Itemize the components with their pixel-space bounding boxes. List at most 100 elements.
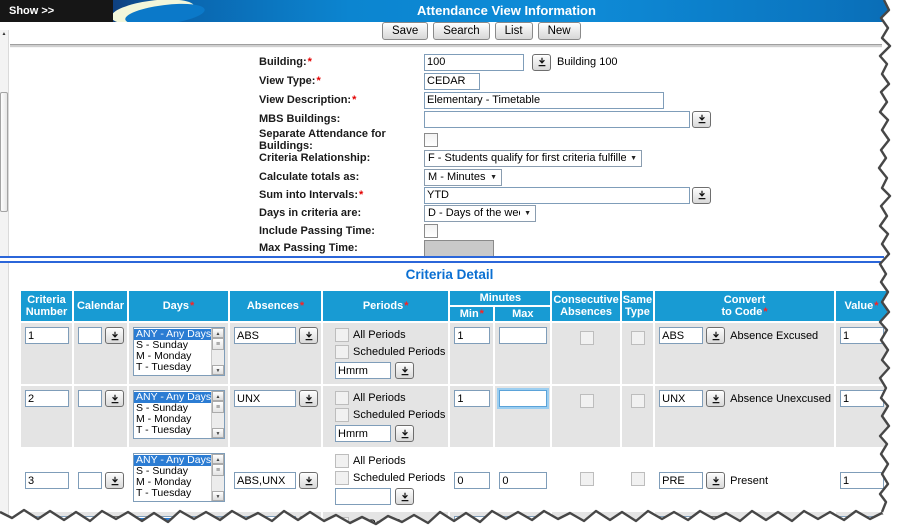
criteria-relationship-select[interactable]: F - Students qualify for first criteria … bbox=[424, 150, 642, 167]
calendar-lookup-button[interactable] bbox=[105, 327, 124, 344]
convert-code-input[interactable] bbox=[659, 327, 703, 344]
listbox-scrollbar[interactable]: ▲≡▼ bbox=[211, 517, 224, 530]
calendar-lookup-button[interactable] bbox=[105, 390, 124, 407]
vertical-scrollbar[interactable]: ▲ bbox=[0, 30, 9, 528]
convert-code-lookup-button[interactable] bbox=[706, 327, 725, 344]
percent-input[interactable] bbox=[893, 390, 900, 407]
all-periods-checkbox[interactable] bbox=[335, 391, 349, 405]
calendar-lookup-button[interactable] bbox=[105, 516, 124, 530]
scroll-up-icon[interactable]: ▲ bbox=[212, 328, 224, 338]
days-listbox[interactable]: ANY - Any Days S - Sunday M - Monday T -… bbox=[133, 327, 225, 376]
days-listbox[interactable]: ANY - Any Days S - Sunday M - Monday T -… bbox=[133, 390, 225, 439]
same-type-checkbox[interactable] bbox=[631, 520, 645, 530]
max-input[interactable] bbox=[499, 327, 547, 344]
days-option[interactable]: T - Tuesday bbox=[134, 488, 211, 499]
min-input[interactable] bbox=[454, 390, 490, 407]
max-input[interactable] bbox=[499, 516, 547, 530]
save-button[interactable]: Save bbox=[382, 22, 428, 40]
calendar-input[interactable] bbox=[78, 516, 102, 530]
convert-code-lookup-button[interactable] bbox=[706, 472, 725, 489]
calendar-input[interactable] bbox=[78, 472, 102, 489]
all-periods-checkbox[interactable] bbox=[335, 328, 349, 342]
absences-lookup-button[interactable] bbox=[299, 516, 318, 530]
scroll-thumb[interactable]: ≡ bbox=[212, 401, 224, 413]
sum-intervals-lookup-button[interactable] bbox=[692, 187, 711, 204]
absences-input[interactable] bbox=[234, 390, 296, 407]
scroll-thumb[interactable] bbox=[0, 92, 8, 212]
scheduled-periods-checkbox[interactable] bbox=[335, 345, 349, 359]
consecutive-absences-checkbox[interactable] bbox=[580, 520, 594, 530]
show-toggle[interactable]: Show >> bbox=[0, 0, 113, 22]
days-listbox[interactable]: ANY - Any Days S - Sunday M - Monday T -… bbox=[133, 453, 225, 502]
consecutive-absences-checkbox[interactable] bbox=[580, 472, 594, 486]
scroll-up-icon[interactable]: ▲ bbox=[212, 454, 224, 464]
all-periods-checkbox[interactable] bbox=[335, 517, 349, 530]
scroll-thumb[interactable]: ≡ bbox=[212, 338, 224, 350]
view-description-input[interactable] bbox=[424, 92, 664, 109]
list-button[interactable]: List bbox=[495, 22, 533, 40]
min-input[interactable] bbox=[454, 516, 490, 530]
consecutive-absences-checkbox[interactable] bbox=[580, 394, 594, 408]
mbs-buildings-lookup-button[interactable] bbox=[692, 111, 711, 128]
period-code-input[interactable] bbox=[335, 488, 391, 505]
convert-code-lookup-button[interactable] bbox=[706, 516, 725, 530]
min-input[interactable] bbox=[454, 327, 490, 344]
period-lookup-button[interactable] bbox=[395, 362, 414, 379]
value-input[interactable] bbox=[840, 516, 884, 530]
building-input[interactable] bbox=[424, 54, 524, 71]
criteria-number-input[interactable] bbox=[25, 327, 69, 344]
value-input[interactable] bbox=[840, 327, 884, 344]
scroll-up-icon[interactable]: ▲ bbox=[212, 391, 224, 401]
scroll-up-icon[interactable]: ▲ bbox=[212, 517, 224, 527]
calculate-totals-select[interactable]: M - Minutes ▼ bbox=[424, 169, 502, 186]
min-input[interactable] bbox=[454, 472, 490, 489]
percent-input[interactable] bbox=[893, 327, 900, 344]
max-input-focused[interactable] bbox=[499, 390, 547, 407]
absences-lookup-button[interactable] bbox=[299, 472, 318, 489]
value-input[interactable] bbox=[840, 472, 884, 489]
scheduled-periods-checkbox[interactable] bbox=[335, 471, 349, 485]
building-lookup-button[interactable] bbox=[532, 54, 551, 71]
scroll-thumb[interactable]: ≡ bbox=[212, 464, 224, 476]
days-option[interactable]: T - Tuesday bbox=[134, 362, 211, 373]
scroll-down-icon[interactable]: ▼ bbox=[212, 428, 224, 438]
days-option[interactable]: T - Tuesday bbox=[134, 425, 211, 436]
scroll-down-icon[interactable]: ▼ bbox=[212, 365, 224, 375]
days-listbox[interactable]: ANY - Any Days S - Sunday M - Monday T -… bbox=[133, 516, 225, 530]
criteria-number-input[interactable] bbox=[25, 472, 69, 489]
percent-input[interactable] bbox=[893, 516, 900, 530]
mbs-buildings-input[interactable] bbox=[424, 111, 690, 128]
period-code-input[interactable] bbox=[335, 425, 391, 442]
period-lookup-button[interactable] bbox=[395, 425, 414, 442]
convert-code-lookup-button[interactable] bbox=[706, 390, 725, 407]
convert-code-input[interactable] bbox=[659, 390, 703, 407]
include-passing-checkbox[interactable] bbox=[424, 224, 438, 238]
sum-intervals-input[interactable] bbox=[424, 187, 690, 204]
listbox-scrollbar[interactable]: ▲≡ ▼ bbox=[211, 328, 224, 375]
max-input[interactable] bbox=[499, 472, 547, 489]
absences-lookup-button[interactable] bbox=[299, 390, 318, 407]
scroll-up-icon[interactable]: ▲ bbox=[0, 30, 8, 39]
period-code-input[interactable] bbox=[335, 362, 391, 379]
absences-lookup-button[interactable] bbox=[299, 327, 318, 344]
scroll-down-icon[interactable]: ▼ bbox=[212, 491, 224, 501]
separate-attendance-checkbox[interactable] bbox=[424, 133, 438, 147]
consecutive-absences-checkbox[interactable] bbox=[580, 331, 594, 345]
absences-input[interactable] bbox=[234, 516, 296, 530]
calendar-lookup-button[interactable] bbox=[105, 472, 124, 489]
all-periods-checkbox[interactable] bbox=[335, 454, 349, 468]
listbox-scrollbar[interactable]: ▲≡ ▼ bbox=[211, 454, 224, 501]
value-input[interactable] bbox=[840, 390, 884, 407]
absences-input[interactable] bbox=[234, 327, 296, 344]
convert-code-input[interactable] bbox=[659, 516, 703, 530]
calendar-input[interactable] bbox=[78, 390, 102, 407]
calendar-input[interactable] bbox=[78, 327, 102, 344]
convert-code-input[interactable] bbox=[659, 472, 703, 489]
criteria-number-input[interactable] bbox=[25, 390, 69, 407]
criteria-number-input[interactable] bbox=[25, 516, 69, 530]
new-button[interactable]: New bbox=[538, 22, 581, 40]
same-type-checkbox[interactable] bbox=[631, 472, 645, 486]
same-type-checkbox[interactable] bbox=[631, 331, 645, 345]
period-lookup-button[interactable] bbox=[395, 488, 414, 505]
view-type-input[interactable] bbox=[424, 73, 480, 90]
